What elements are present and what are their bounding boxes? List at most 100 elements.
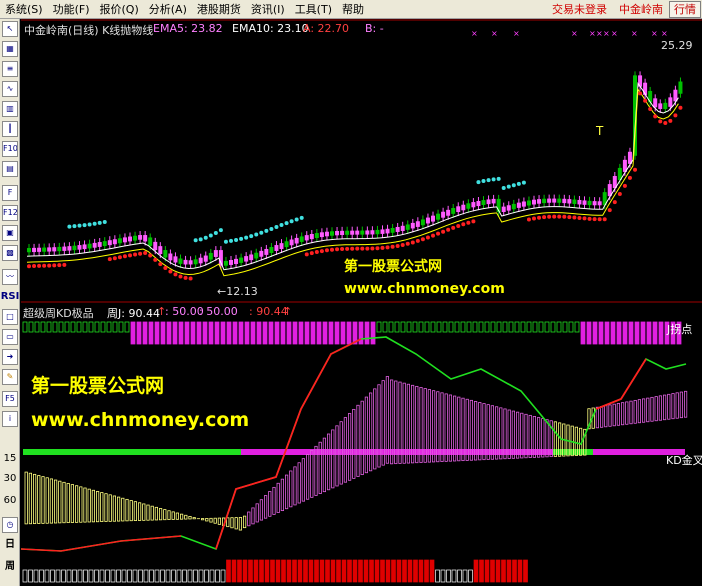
list-icon[interactable]: ≡ bbox=[2, 61, 18, 77]
report-icon[interactable]: ▤ bbox=[2, 161, 18, 177]
sar-dot bbox=[330, 247, 334, 252]
j-turn-bar bbox=[424, 321, 430, 333]
candle-body bbox=[269, 247, 274, 253]
candle-body bbox=[234, 258, 239, 264]
period-week-button[interactable]: 周 bbox=[0, 557, 20, 572]
chart-canvas[interactable]: × × × × × × × × × × × bbox=[21, 19, 702, 586]
candle-body bbox=[537, 199, 542, 204]
bottom-signal-bar bbox=[160, 569, 165, 583]
menu-help[interactable]: 帮助 bbox=[337, 1, 369, 17]
window-icon[interactable]: ▭ bbox=[2, 329, 18, 345]
sar-dot bbox=[314, 250, 319, 255]
indicator-icon[interactable]: 〰 bbox=[2, 269, 18, 285]
line-chart-icon[interactable]: ∿ bbox=[2, 81, 18, 97]
sar-dot bbox=[425, 235, 430, 240]
pencil-icon[interactable]: ✎ bbox=[2, 369, 18, 385]
menu-system[interactable]: 系统(S) bbox=[0, 1, 48, 17]
square-icon[interactable]: □ bbox=[2, 309, 18, 325]
sar-dot bbox=[264, 228, 269, 233]
info-icon[interactable]: i bbox=[2, 411, 18, 427]
candle-body bbox=[567, 199, 572, 204]
menu-info[interactable]: 资讯(I) bbox=[246, 1, 290, 17]
bottom-signal-bar bbox=[352, 559, 358, 583]
candle-body bbox=[461, 204, 466, 211]
bar-chart-icon[interactable]: ▥ bbox=[2, 101, 18, 117]
up-arrow-icon-2: ↑ bbox=[283, 305, 293, 318]
j-turn-bar bbox=[268, 321, 274, 345]
candle-body bbox=[542, 198, 547, 204]
menu-tools[interactable]: 工具(T) bbox=[290, 1, 337, 17]
candle-body bbox=[289, 239, 294, 246]
f10-icon[interactable]: F10 bbox=[2, 141, 18, 157]
candle-body bbox=[380, 229, 385, 234]
menu-hk-futures[interactable]: 港股期货 bbox=[192, 1, 246, 17]
top-marker: × bbox=[471, 29, 478, 38]
exit-icon[interactable]: ➜ bbox=[2, 349, 18, 365]
candle-body bbox=[42, 247, 47, 252]
sar-dot bbox=[340, 247, 345, 252]
j-turn-bar bbox=[94, 321, 100, 333]
kd-histogram-bar bbox=[658, 395, 663, 421]
bottom-signal-bar bbox=[242, 559, 248, 583]
period-day-button[interactable]: 日 bbox=[0, 535, 20, 550]
j-turn-bar bbox=[136, 321, 142, 345]
bottom-signal-bar bbox=[341, 559, 347, 583]
j-turn-bar bbox=[256, 321, 262, 345]
trade-login-status[interactable]: 交易未登录 bbox=[546, 1, 613, 17]
j-turn-bar bbox=[262, 321, 268, 345]
candle-body bbox=[309, 234, 314, 240]
sar-dot bbox=[420, 237, 425, 242]
bottom-signal-bar bbox=[462, 569, 468, 583]
j-turn-bar bbox=[238, 321, 244, 345]
quote-tab[interactable]: 行情 bbox=[669, 0, 701, 18]
kd-histogram-bar bbox=[83, 487, 87, 523]
sar-dot bbox=[668, 118, 673, 123]
top-marker: × bbox=[661, 29, 668, 38]
menu-function[interactable]: 功能(F) bbox=[48, 1, 95, 17]
sar-dot bbox=[345, 246, 350, 251]
grid-icon[interactable]: ▦ bbox=[2, 41, 18, 57]
bottom-signal-bar bbox=[176, 569, 182, 583]
bottom-signal-bar bbox=[220, 569, 226, 583]
bottom-signal-bar bbox=[363, 559, 369, 583]
kd-histogram-bar bbox=[41, 476, 45, 524]
menu-analysis[interactable]: 分析(A) bbox=[144, 1, 192, 17]
mosaic-icon[interactable]: ▩ bbox=[2, 245, 18, 261]
j-turn-bar bbox=[196, 321, 202, 345]
chart-area[interactable]: × × × × × × × × × × × 中金岭南(日线) K线抛物线 EMA5: 23.82 E… bbox=[21, 19, 702, 586]
f5-button[interactable]: F5 bbox=[2, 391, 18, 407]
rsi-button[interactable]: RSI bbox=[0, 291, 20, 302]
kd-histogram-bar bbox=[167, 510, 171, 520]
kd-histogram-bar bbox=[179, 513, 184, 520]
kd-histogram-bar bbox=[646, 397, 650, 423]
sar-dot bbox=[461, 222, 466, 227]
j-turn-bar bbox=[244, 321, 250, 345]
arrow-icon[interactable]: ↖ bbox=[2, 21, 18, 37]
f12-icon[interactable]: F12 bbox=[2, 205, 18, 221]
j-turn-bar bbox=[640, 321, 646, 345]
candle-body bbox=[87, 243, 92, 249]
period-60-button[interactable]: 60 bbox=[0, 495, 20, 506]
sar-dot bbox=[547, 214, 552, 219]
sar-dot bbox=[304, 252, 309, 257]
sar-dot bbox=[188, 276, 193, 281]
sar-dot bbox=[673, 113, 678, 118]
kd-cross-label: KD金叉 bbox=[666, 454, 702, 467]
candle-body bbox=[163, 250, 168, 258]
bottom-signal-bar bbox=[226, 559, 231, 583]
kline-icon[interactable]: ┃ bbox=[2, 121, 18, 137]
j-turn-bar bbox=[514, 321, 520, 333]
sub-value-2: : 50.00 bbox=[199, 305, 238, 318]
kd-histogram-bar bbox=[326, 433, 331, 491]
clock-icon[interactable]: ◷ bbox=[2, 517, 18, 533]
j-turn-bar bbox=[562, 321, 568, 333]
kd-histogram-bar bbox=[637, 399, 642, 424]
candle-body bbox=[183, 259, 188, 265]
sar-dot bbox=[112, 256, 117, 261]
period-30-button[interactable]: 30 bbox=[0, 473, 20, 484]
chip-icon[interactable]: ▣ bbox=[2, 225, 18, 241]
bottom-signal-bar bbox=[319, 559, 325, 583]
menu-quote[interactable]: 报价(Q) bbox=[95, 1, 144, 17]
f10-alt-icon[interactable]: F bbox=[2, 185, 18, 201]
period-15-button[interactable]: 15 bbox=[0, 453, 20, 464]
